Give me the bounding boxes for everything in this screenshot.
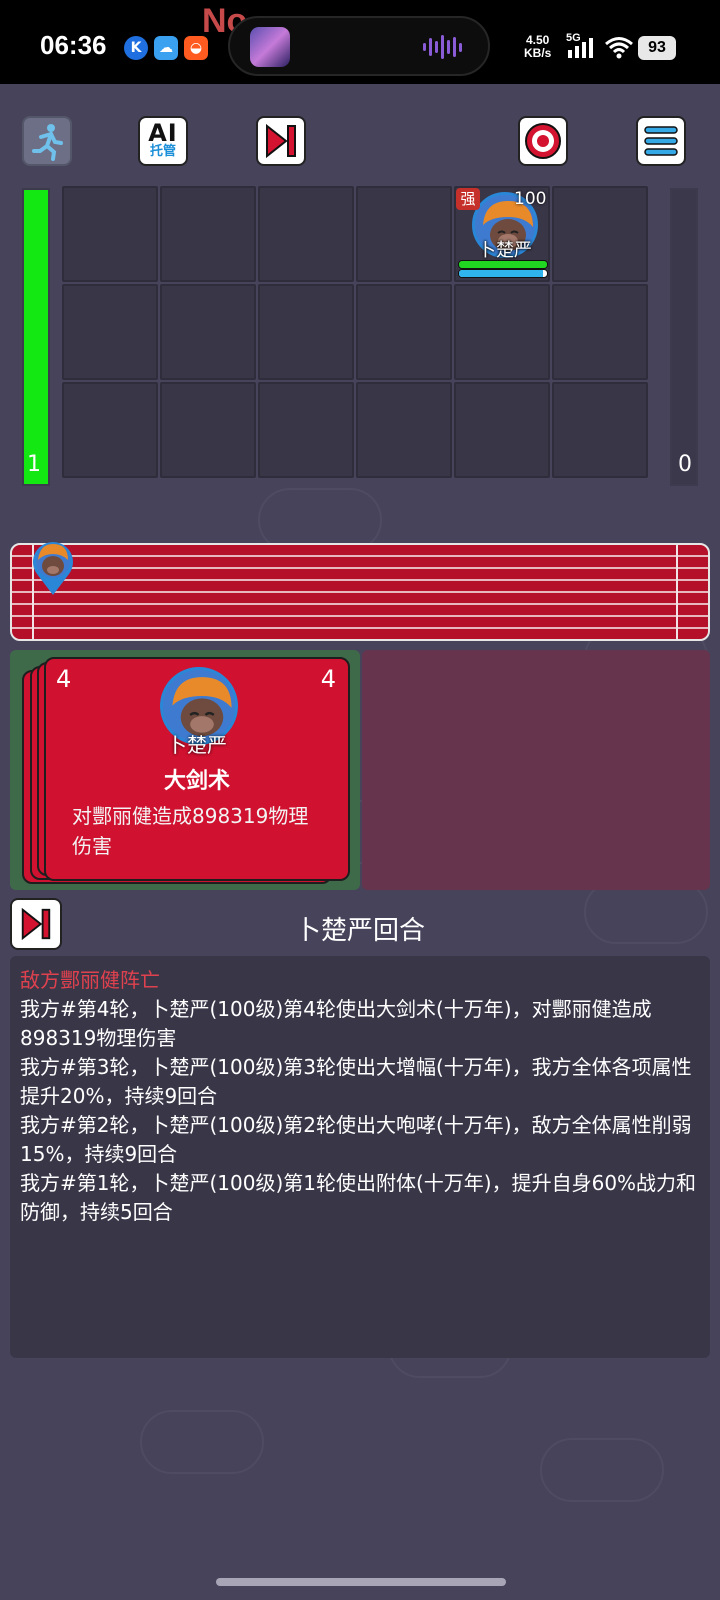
ally-count: 1 [27, 452, 41, 477]
grid-cell[interactable] [552, 382, 648, 478]
unit-energy-bar [458, 269, 548, 278]
dynamic-island[interactable] [228, 16, 490, 76]
notification-icons: K ☁ ◒ [124, 36, 208, 60]
grid-cell[interactable] [160, 186, 256, 282]
grid-cell[interactable] [258, 284, 354, 380]
grid-cell[interactable] [160, 382, 256, 478]
ai-sub-label: 托管 [149, 144, 176, 159]
battle-log[interactable]: 敌方酆丽健阵亡我方#第4轮，卜楚严(100级)第4轮使出大剑术(十万年)，对酆丽… [10, 956, 710, 1358]
ally-power-fill [24, 190, 48, 484]
taobao-app-icon: ◒ [184, 36, 208, 60]
grid-cell[interactable] [62, 284, 158, 380]
grid-cell[interactable] [454, 382, 550, 478]
target-icon [525, 123, 561, 159]
unit-energy-fill [459, 270, 543, 277]
unit-hp-fill [459, 261, 547, 268]
card-skill-name: 大剑术 [163, 769, 230, 794]
grid-cell[interactable] [356, 284, 452, 380]
card-hero-name: 卜楚严 [167, 733, 227, 757]
enemy-count: 0 [678, 452, 692, 477]
strength-badge: 强 [456, 188, 480, 210]
clock: 06:36 [40, 30, 107, 60]
network-type: 5G [566, 32, 581, 44]
grid-cell[interactable] [62, 186, 158, 282]
card-stack-count: 4 [56, 665, 72, 693]
grid-cell[interactable] [62, 382, 158, 478]
grid-cell[interactable] [258, 186, 354, 282]
menu-icon [644, 126, 678, 156]
k-app-icon: K [124, 36, 148, 60]
card-cost: 4 [320, 665, 336, 693]
grid-cell[interactable] [356, 382, 452, 478]
home-indicator[interactable] [216, 1578, 506, 1586]
log-entry: 我方#第4轮，卜楚严(100级)第4轮使出大剑术(十万年)，对酆丽健造成8983… [20, 997, 652, 1050]
unit-hp-bar [458, 260, 548, 269]
grid-cell[interactable] [258, 382, 354, 478]
timeline-hero-pin[interactable] [30, 540, 76, 596]
map-pin-icon [33, 542, 73, 595]
grid-cell[interactable] [356, 186, 452, 282]
unit-level: 100 [514, 189, 547, 209]
menu-button[interactable] [636, 116, 686, 166]
timeline-end-marker [676, 545, 678, 639]
skip-icon [266, 123, 296, 159]
grid-cell[interactable] [552, 186, 648, 282]
skip-button[interactable] [256, 116, 306, 166]
audio-wave-icon [423, 34, 462, 60]
cloud-decoration [540, 1438, 664, 1502]
ai-auto-button[interactable]: AI 托管 [138, 116, 188, 166]
cloud-app-icon: ☁ [154, 36, 178, 60]
grid-cell[interactable] [454, 284, 550, 380]
wifi-icon [604, 36, 634, 64]
ai-label: AI [148, 119, 178, 147]
log-entry: 我方#第2轮，卜楚严(100级)第2轮使出大咆哮(十万年)，敌方全体属性削弱15… [20, 1113, 692, 1166]
media-thumbnail-icon [250, 27, 290, 67]
flee-button[interactable] [22, 116, 72, 166]
cloud-decoration [140, 1410, 264, 1474]
battery-icon: 93 [638, 36, 676, 60]
unit-token[interactable]: 强 100 卜楚严 [456, 188, 558, 284]
signal-icon: 5G [566, 32, 596, 64]
card-description: 对酆丽健造成898319物理伤害 [72, 804, 309, 858]
grid-cell[interactable] [160, 284, 256, 380]
log-entry: 我方#第1轮，卜楚严(100级)第1轮使出附体(十万年)，提升自身60%战力和防… [20, 1171, 697, 1224]
battery-level: 93 [648, 39, 666, 56]
net-speed: 4.50 KB/s [524, 34, 551, 60]
net-speed-unit: KB/s [524, 46, 552, 60]
unit-name: 卜楚严 [478, 240, 532, 261]
turn-title: 卜楚严回合 [294, 916, 425, 946]
log-entry: 敌方酆丽健阵亡 [20, 968, 160, 992]
turn-timeline [10, 543, 710, 641]
target-button[interactable] [518, 116, 568, 166]
grid-cell[interactable] [552, 284, 648, 380]
running-man-icon [32, 124, 63, 161]
log-entry: 我方#第3轮，卜楚严(100级)第3轮使出大增幅(十万年)，我方全体各项属性提升… [20, 1055, 692, 1108]
skill-card[interactable]: 4 4 卜楚严 大剑术 对酆丽健造成898319物理伤害 [44, 657, 350, 881]
enemy-power-bar [670, 188, 698, 486]
enemy-card-area [362, 650, 710, 890]
ally-power-bar [22, 188, 50, 486]
status-bar: No 06:36 K ☁ ◒ 4.50 KB/s 5G 93 [0, 0, 720, 84]
